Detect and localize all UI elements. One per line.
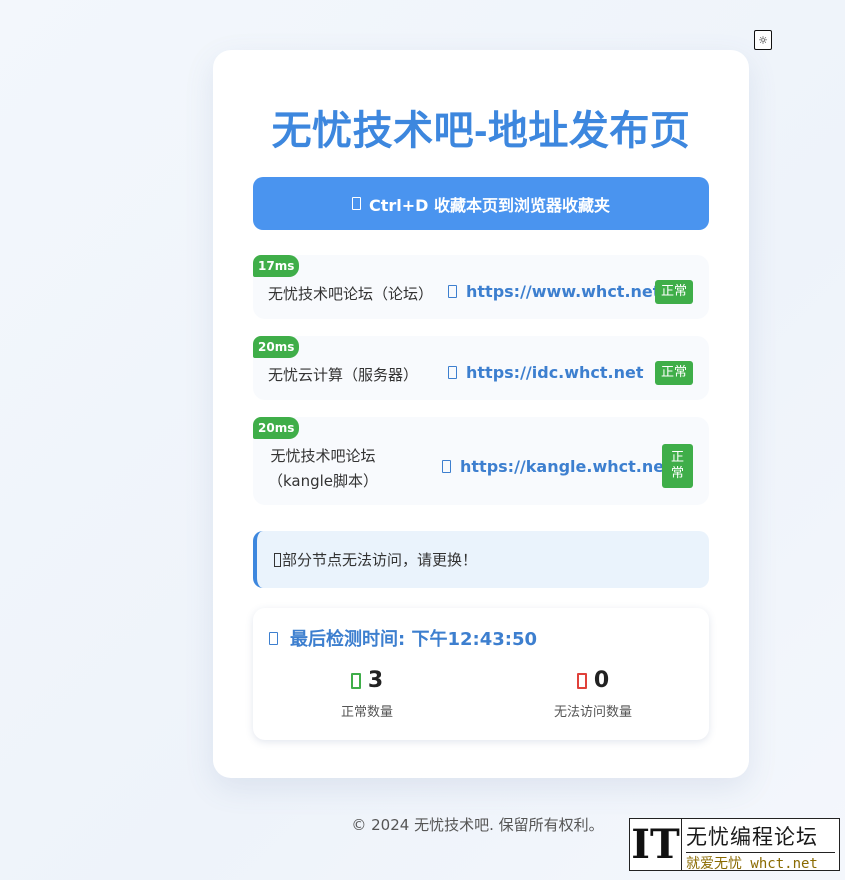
- check-icon: [350, 672, 361, 689]
- site-url: https://idc.whct.net: [466, 363, 644, 382]
- bad-label: 无法访问数量: [553, 705, 632, 720]
- bad-stat: 0 无法访问数量: [493, 668, 693, 720]
- stats-card: 最后检测时间: 下午12:43:50 3 正常数量 0 无法访问数量: [253, 608, 709, 740]
- site-name: 无忧技术吧论坛 （kangle脚本）: [268, 444, 378, 494]
- check-time-text: 最后检测时间: 下午12:43:50: [290, 629, 538, 650]
- address-card: 无忧技术吧-地址发布页 Ctrl+D 收藏本页到浏览器收藏夹 17ms 无忧技术…: [213, 50, 749, 778]
- cross-icon: [576, 672, 587, 689]
- site-name: 无忧云计算（服务器）: [268, 366, 419, 384]
- watermark-logo: IT 无忧编程论坛 就爱无忧 whct.net: [629, 818, 840, 873]
- site-link[interactable]: https://idc.whct.net: [448, 363, 644, 382]
- site-link[interactable]: https://www.whct.net: [448, 282, 660, 301]
- latency-badge: 20ms: [253, 336, 300, 358]
- watermark-line1: 无忧编程论坛: [686, 825, 818, 849]
- clock-icon: [269, 631, 278, 645]
- bad-count: 0: [593, 668, 610, 693]
- watermark-it: IT: [630, 819, 682, 870]
- page-title: 无忧技术吧-地址发布页: [271, 109, 691, 153]
- theme-toggle-icon[interactable]: ☼: [754, 30, 772, 50]
- status-badge: 正 常: [662, 444, 693, 488]
- watermark-line2: 就爱无忧 whct.net: [686, 852, 835, 873]
- site-name-line2: （kangle脚本）: [268, 472, 379, 490]
- status-badge: 正常: [655, 280, 693, 304]
- ok-count: 3: [367, 668, 384, 693]
- list-item: 17ms 无忧技术吧论坛（论坛） https://www.whct.net 正常: [253, 255, 709, 319]
- link-icon: [448, 366, 457, 379]
- status-badge: 正常: [655, 361, 693, 385]
- link-icon: [448, 285, 457, 298]
- latency-badge: 17ms: [253, 255, 300, 277]
- ok-label: 正常数量: [340, 705, 393, 720]
- check-time: 最后检测时间: 下午12:43:50: [269, 625, 537, 651]
- site-link[interactable]: https://kangle.whct.net: [442, 457, 672, 476]
- site-url: https://www.whct.net: [466, 282, 661, 301]
- star-icon: [351, 197, 361, 210]
- bookmark-button-label: Ctrl+D 收藏本页到浏览器收藏夹: [368, 195, 611, 215]
- warning-icon: [274, 552, 281, 567]
- site-name-line1: 无忧技术吧论坛: [270, 447, 376, 465]
- list-item: 20ms 无忧技术吧论坛 （kangle脚本） https://kangle.w…: [253, 417, 709, 505]
- site-name: 无忧技术吧论坛（论坛）: [268, 285, 434, 303]
- link-icon: [442, 460, 451, 473]
- ok-stat: 3 正常数量: [267, 668, 467, 720]
- notice-banner: 部分节点无法访问，请更换！: [253, 531, 709, 588]
- notice-text: 部分节点无法访问，请更换！: [282, 551, 478, 569]
- latency-badge: 20ms: [253, 417, 300, 439]
- bookmark-button[interactable]: Ctrl+D 收藏本页到浏览器收藏夹: [253, 177, 709, 230]
- list-item: 20ms 无忧云计算（服务器） https://idc.whct.net 正常: [253, 336, 709, 400]
- site-url: https://kangle.whct.net: [460, 457, 672, 476]
